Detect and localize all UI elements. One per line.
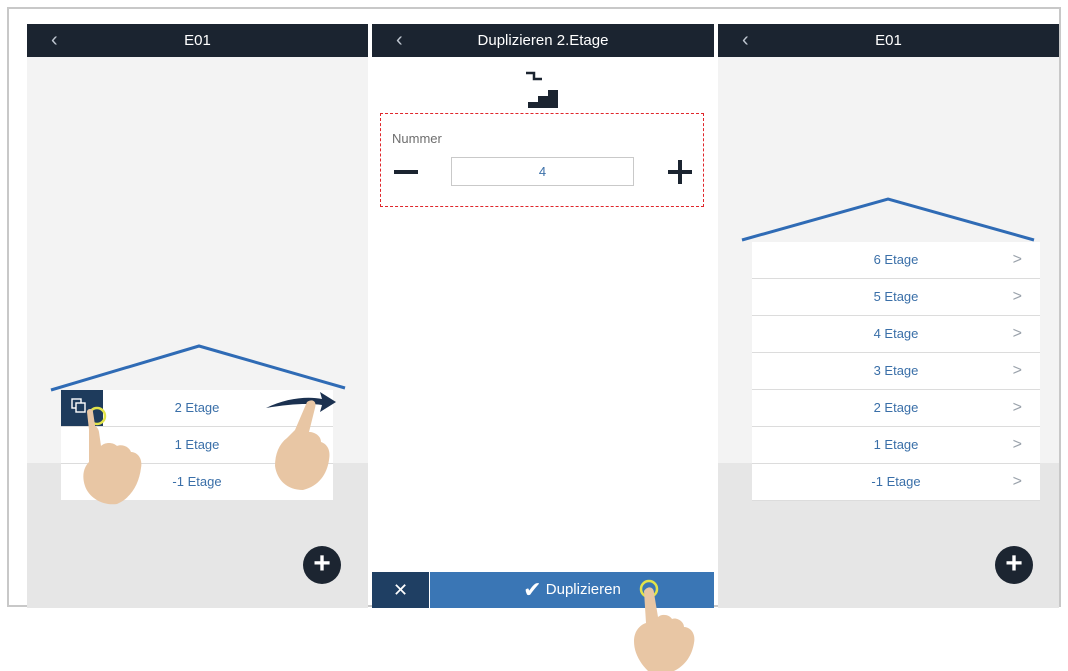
number-value: 4: [538, 164, 547, 179]
list-item-label: 6 Etage: [873, 252, 919, 267]
number-field[interactable]: 4: [451, 157, 634, 186]
chevron-right-icon: >: [1012, 325, 1022, 342]
list-item-label: 1 Etage: [873, 437, 919, 452]
check-icon: ✔: [523, 577, 542, 603]
list-item-label: 1 Etage: [174, 437, 220, 452]
pointing-hand-icon: [634, 587, 695, 671]
add-floor-button[interactable]: +: [303, 546, 341, 584]
number-label: Nummer: [392, 131, 442, 146]
top-bar: ‹ Duplizieren 2.Etage: [372, 24, 714, 57]
pointing-hand-icon: [83, 409, 142, 505]
floor-list: 6 Etage > 5 Etage > 4 Etage > 3 Etage > …: [752, 242, 1040, 501]
list-item[interactable]: 3 Etage >: [752, 353, 1040, 390]
decrement-button[interactable]: [394, 160, 418, 184]
chevron-right-icon: >: [1012, 288, 1022, 305]
list-item-label: 4 Etage: [873, 326, 919, 341]
list-item[interactable]: 2 Etage >: [752, 390, 1040, 427]
panel-floor-list-before: ‹ E01 2 Etage 1 Etage -1 Etage +: [27, 24, 368, 608]
chevron-right-icon: >: [1012, 251, 1022, 268]
chevron-right-icon: >: [1012, 362, 1022, 379]
increment-button[interactable]: [668, 160, 692, 184]
list-item-label: 5 Etage: [873, 289, 919, 304]
list-item[interactable]: 6 Etage >: [752, 242, 1040, 279]
list-item[interactable]: 1 Etage >: [752, 427, 1040, 464]
panel-floor-list-after: ‹ E01 6 Etage > 5 Etage > 4 Etage > 3 Et…: [718, 24, 1059, 608]
stairs-icon: [526, 71, 558, 108]
chevron-right-icon: >: [1012, 436, 1022, 453]
add-floor-button[interactable]: +: [995, 546, 1033, 584]
chevron-right-icon: >: [1012, 399, 1022, 416]
plus-icon: +: [1005, 547, 1023, 580]
list-item-label: 3 Etage: [873, 363, 919, 378]
list-item[interactable]: 4 Etage >: [752, 316, 1040, 353]
list-item-label: -1 Etage: [871, 474, 921, 489]
list-item[interactable]: 5 Etage >: [752, 279, 1040, 316]
pointing-hand-icon: [275, 400, 330, 490]
panel-duplicate-dialog: ‹ Duplizieren 2.Etage Nummer 4 ✕ ✔ Dupli…: [372, 24, 714, 608]
list-item[interactable]: -1 Etage >: [752, 464, 1040, 501]
list-item-label: 2 Etage: [873, 400, 919, 415]
close-icon: ✕: [392, 580, 409, 600]
list-item-label: -1 Etage: [172, 474, 222, 489]
roof-icon: [50, 344, 346, 392]
plus-icon: +: [313, 547, 331, 580]
cancel-button[interactable]: ✕: [372, 572, 429, 608]
list-item-label: 2 Etage: [174, 400, 220, 415]
page-title: Duplizieren 2.Etage: [477, 32, 609, 49]
chevron-right-icon: >: [1012, 473, 1022, 490]
confirm-label: Duplizieren: [545, 581, 621, 599]
